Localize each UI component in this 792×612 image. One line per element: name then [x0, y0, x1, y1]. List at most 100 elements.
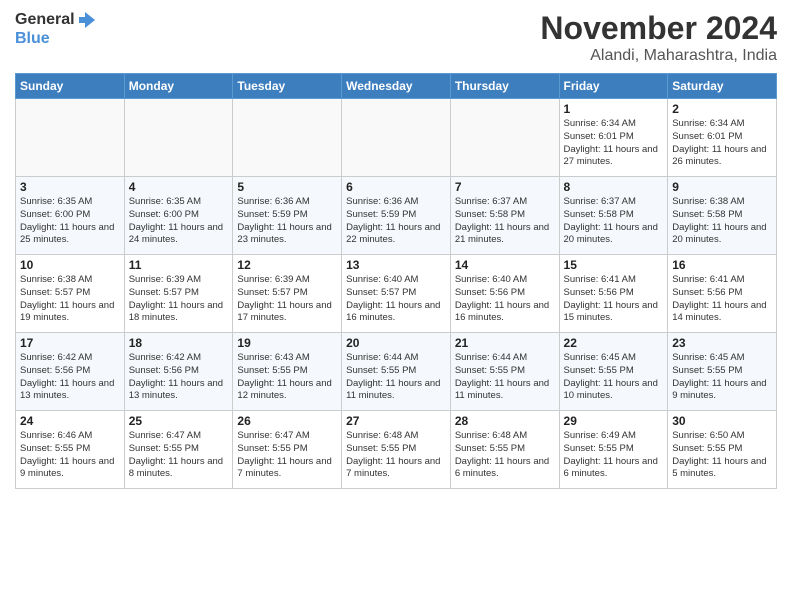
day-info: Sunrise: 6:48 AM Sunset: 5:55 PM Dayligh…: [455, 430, 555, 481]
day-info: Sunrise: 6:35 AM Sunset: 6:00 PM Dayligh…: [20, 196, 120, 247]
day-number: 21: [455, 336, 555, 350]
day-info: Sunrise: 6:45 AM Sunset: 5:55 PM Dayligh…: [672, 352, 772, 403]
calendar-week-row: 24Sunrise: 6:46 AM Sunset: 5:55 PM Dayli…: [16, 411, 777, 489]
day-number: 3: [20, 180, 120, 194]
calendar-cell: 7 Sunrise: 6:37 AM Sunset: 5:58 PM Daylig…: [450, 177, 559, 255]
day-number: 18: [129, 336, 229, 350]
col-tuesday: Tuesday: [233, 74, 342, 99]
day-info: Sunrise: 6:36 AM Sunset: 5:59 PM Dayligh…: [237, 196, 337, 247]
calendar-cell: 25Sunrise: 6:47 AM Sunset: 5:55 PM Dayli…: [124, 411, 233, 489]
calendar-cell: 23 Sunrise: 6:45 AM Sunset: 5:55 PM Dayli…: [668, 333, 777, 411]
day-info: Sunrise: 6:47 AM Sunset: 5:55 PM Dayligh…: [129, 430, 229, 481]
day-info: Sunrise: 6:34 AM Sunset: 6:01 PM Dayligh…: [672, 118, 772, 169]
day-info: Sunrise: 6:49 AM Sunset: 5:55 PM Dayligh…: [564, 430, 664, 481]
col-saturday: Saturday: [668, 74, 777, 99]
day-info: Sunrise: 6:47 AM Sunset: 5:55 PM Dayligh…: [237, 430, 337, 481]
col-monday: Monday: [124, 74, 233, 99]
day-number: 8: [564, 180, 664, 194]
day-info: Sunrise: 6:37 AM Sunset: 5:58 PM Dayligh…: [564, 196, 664, 247]
day-info: Sunrise: 6:48 AM Sunset: 5:55 PM Dayligh…: [346, 430, 446, 481]
day-info: Sunrise: 6:45 AM Sunset: 5:55 PM Dayligh…: [564, 352, 664, 403]
day-number: 9: [672, 180, 772, 194]
calendar-cell: [16, 99, 125, 177]
day-number: 20: [346, 336, 446, 350]
month-title: November 2024: [540, 10, 777, 47]
calendar-cell: 20Sunrise: 6:44 AM Sunset: 5:55 PM Dayli…: [342, 333, 451, 411]
calendar-week-row: 10 Sunrise: 6:38 AM Sunset: 5:57 PM Dayli…: [16, 255, 777, 333]
calendar-cell: [450, 99, 559, 177]
day-number: 4: [129, 180, 229, 194]
calendar-cell: 13 Sunrise: 6:40 AM Sunset: 5:57 PM Dayli…: [342, 255, 451, 333]
day-info: Sunrise: 6:42 AM Sunset: 5:56 PM Dayligh…: [129, 352, 229, 403]
day-number: 12: [237, 258, 337, 272]
calendar-cell: 30Sunrise: 6:50 AM Sunset: 5:55 PM Dayli…: [668, 411, 777, 489]
calendar-week-row: 17 Sunrise: 6:42 AM Sunset: 5:56 PM Dayli…: [16, 333, 777, 411]
day-info: Sunrise: 6:42 AM Sunset: 5:56 PM Dayligh…: [20, 352, 120, 403]
day-number: 13: [346, 258, 446, 272]
calendar-cell: 5Sunrise: 6:36 AM Sunset: 5:59 PM Daylig…: [233, 177, 342, 255]
day-number: 24: [20, 414, 120, 428]
col-wednesday: Wednesday: [342, 74, 451, 99]
calendar-cell: 27 Sunrise: 6:48 AM Sunset: 5:55 PM Dayli…: [342, 411, 451, 489]
title-block: November 2024 Alandi, Maharashtra, India: [540, 10, 777, 65]
day-info: Sunrise: 6:41 AM Sunset: 5:56 PM Dayligh…: [672, 274, 772, 325]
day-info: Sunrise: 6:39 AM Sunset: 5:57 PM Dayligh…: [129, 274, 229, 325]
calendar-cell: 26 Sunrise: 6:47 AM Sunset: 5:55 PM Dayli…: [233, 411, 342, 489]
day-number: 15: [564, 258, 664, 272]
day-number: 22: [564, 336, 664, 350]
day-info: Sunrise: 6:37 AM Sunset: 5:58 PM Dayligh…: [455, 196, 555, 247]
day-number: 29: [564, 414, 664, 428]
day-info: Sunrise: 6:38 AM Sunset: 5:57 PM Dayligh…: [20, 274, 120, 325]
day-number: 16: [672, 258, 772, 272]
day-info: Sunrise: 6:41 AM Sunset: 5:56 PM Dayligh…: [564, 274, 664, 325]
day-number: 11: [129, 258, 229, 272]
day-number: 7: [455, 180, 555, 194]
calendar-cell: 21Sunrise: 6:44 AM Sunset: 5:55 PM Dayli…: [450, 333, 559, 411]
calendar-cell: 6 Sunrise: 6:36 AM Sunset: 5:59 PM Daylig…: [342, 177, 451, 255]
day-info: Sunrise: 6:36 AM Sunset: 5:59 PM Dayligh…: [346, 196, 446, 247]
day-number: 2: [672, 102, 772, 116]
calendar-cell: 28 Sunrise: 6:48 AM Sunset: 5:55 PM Dayli…: [450, 411, 559, 489]
day-number: 19: [237, 336, 337, 350]
calendar-cell: 17 Sunrise: 6:42 AM Sunset: 5:56 PM Dayli…: [16, 333, 125, 411]
calendar-week-row: 3 Sunrise: 6:35 AM Sunset: 6:00 PM Daylig…: [16, 177, 777, 255]
day-info: Sunrise: 6:50 AM Sunset: 5:55 PM Dayligh…: [672, 430, 772, 481]
location-title: Alandi, Maharashtra, India: [540, 47, 777, 65]
calendar-cell: 11 Sunrise: 6:39 AM Sunset: 5:57 PM Dayli…: [124, 255, 233, 333]
day-info: Sunrise: 6:35 AM Sunset: 6:00 PM Dayligh…: [129, 196, 229, 247]
col-thursday: Thursday: [450, 74, 559, 99]
logo-arrow-icon: [77, 10, 97, 30]
day-number: 23: [672, 336, 772, 350]
calendar-cell: 10 Sunrise: 6:38 AM Sunset: 5:57 PM Dayli…: [16, 255, 125, 333]
day-number: 10: [20, 258, 120, 272]
calendar-cell: 3 Sunrise: 6:35 AM Sunset: 6:00 PM Daylig…: [16, 177, 125, 255]
col-sunday: Sunday: [16, 74, 125, 99]
day-number: 17: [20, 336, 120, 350]
logo-general-text: General: [15, 11, 75, 29]
calendar-cell: 4 Sunrise: 6:35 AM Sunset: 6:00 PM Daylig…: [124, 177, 233, 255]
calendar-cell: 15 Sunrise: 6:41 AM Sunset: 5:56 PM Dayli…: [559, 255, 668, 333]
calendar-table: Sunday Monday Tuesday Wednesday Thursday…: [15, 73, 777, 489]
calendar-cell: [233, 99, 342, 177]
calendar-week-row: 1 Sunrise: 6:34 AM Sunset: 6:01 PM Daylig…: [16, 99, 777, 177]
day-number: 14: [455, 258, 555, 272]
calendar-cell: 2 Sunrise: 6:34 AM Sunset: 6:01 PM Daylig…: [668, 99, 777, 177]
logo-blue-text: Blue: [15, 30, 50, 48]
day-info: Sunrise: 6:39 AM Sunset: 5:57 PM Dayligh…: [237, 274, 337, 325]
day-info: Sunrise: 6:34 AM Sunset: 6:01 PM Dayligh…: [564, 118, 664, 169]
day-number: 28: [455, 414, 555, 428]
col-friday: Friday: [559, 74, 668, 99]
calendar-cell: 29 Sunrise: 6:49 AM Sunset: 5:55 PM Dayli…: [559, 411, 668, 489]
day-info: Sunrise: 6:43 AM Sunset: 5:55 PM Dayligh…: [237, 352, 337, 403]
calendar-cell: 1 Sunrise: 6:34 AM Sunset: 6:01 PM Daylig…: [559, 99, 668, 177]
calendar-cell: 18 Sunrise: 6:42 AM Sunset: 5:56 PM Dayli…: [124, 333, 233, 411]
day-number: 26: [237, 414, 337, 428]
header: General Blue November 2024 Alandi, Mahar…: [15, 10, 777, 65]
calendar-cell: 12 Sunrise: 6:39 AM Sunset: 5:57 PM Dayli…: [233, 255, 342, 333]
calendar-cell: [342, 99, 451, 177]
calendar-cell: 24Sunrise: 6:46 AM Sunset: 5:55 PM Dayli…: [16, 411, 125, 489]
day-number: 1: [564, 102, 664, 116]
day-number: 6: [346, 180, 446, 194]
day-number: 27: [346, 414, 446, 428]
day-info: Sunrise: 6:40 AM Sunset: 5:57 PM Dayligh…: [346, 274, 446, 325]
